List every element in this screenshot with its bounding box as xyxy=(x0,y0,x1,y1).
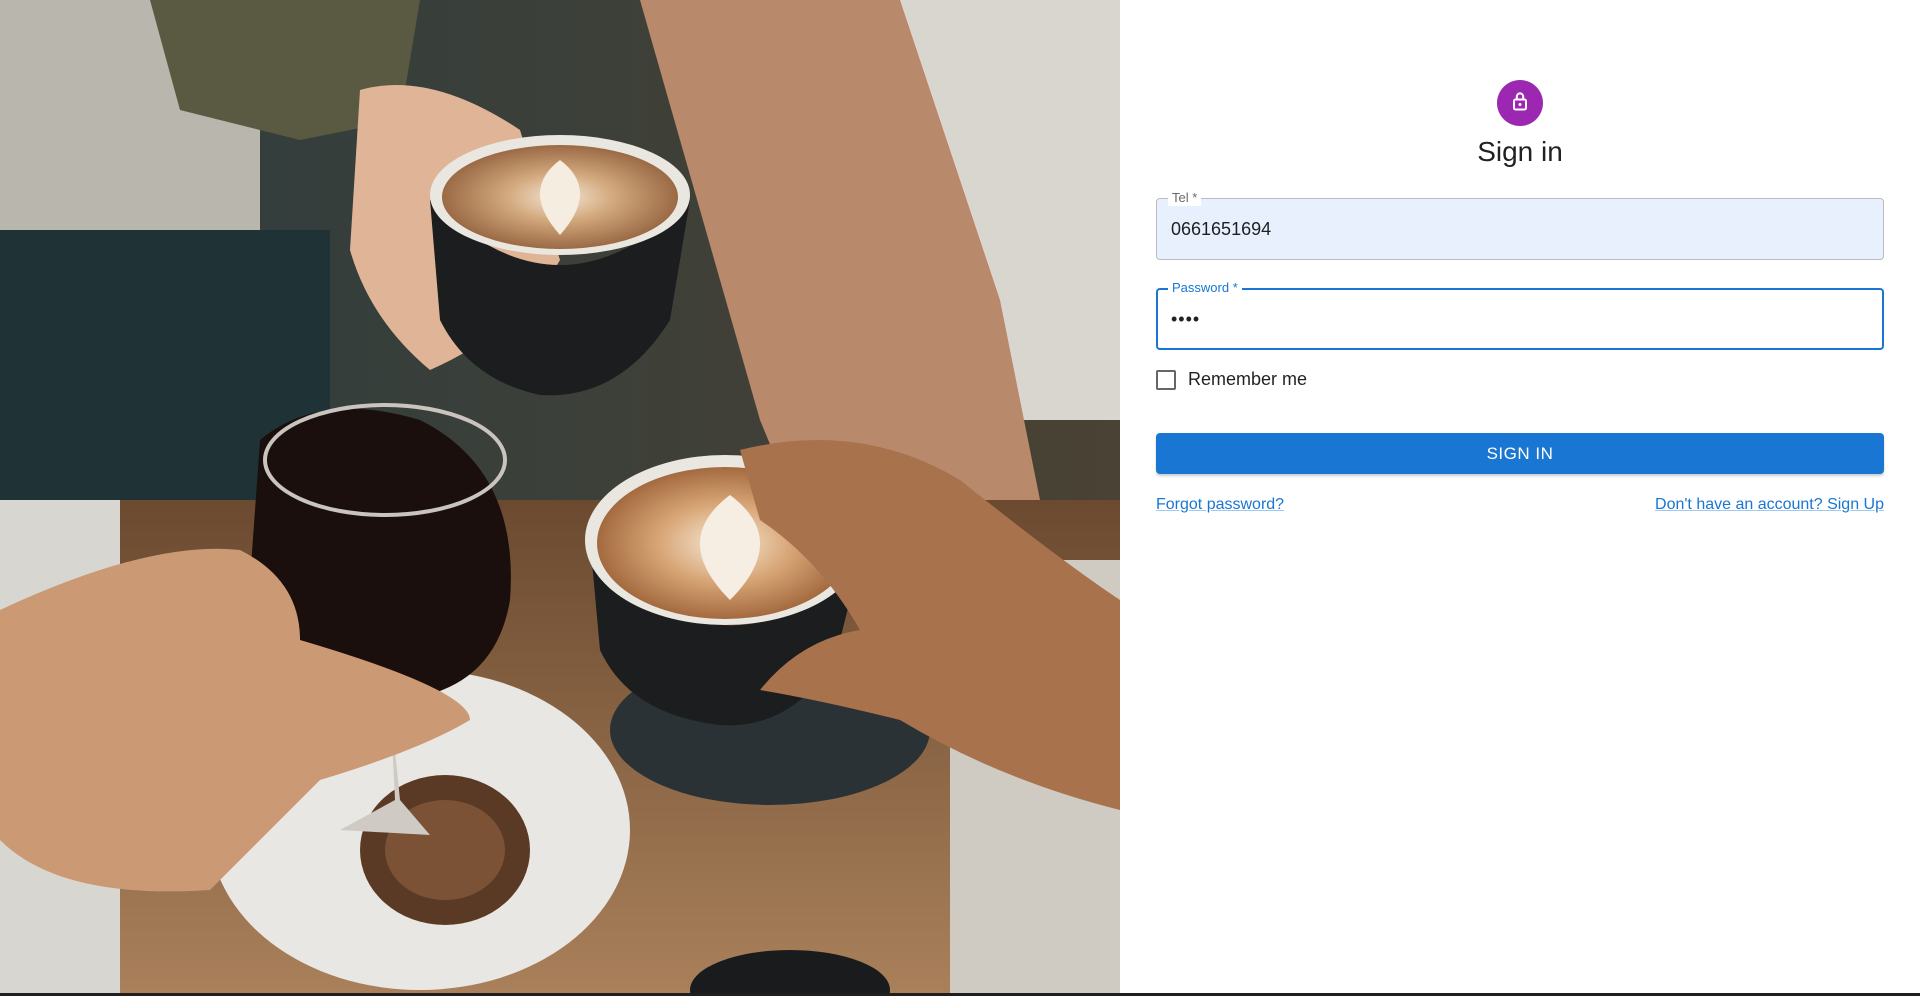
page-title: Sign in xyxy=(1477,136,1563,167)
remember-label: Remember me xyxy=(1188,369,1308,389)
tel-input[interactable] xyxy=(1171,199,1861,259)
remember-me[interactable]: Remember me xyxy=(1156,369,1307,390)
signin-page: Sign in Tel * Password * Remember me SIG… xyxy=(0,0,1920,996)
password-field[interactable]: Password * xyxy=(1156,280,1884,350)
tel-field[interactable]: Tel * xyxy=(1156,190,1884,260)
coffee-cheers-illustration xyxy=(0,0,1120,993)
signin-panel: Sign in Tel * Password * Remember me SIG… xyxy=(1120,0,1920,996)
hero-photo xyxy=(0,0,1120,993)
sign-in-button[interactable]: SIGN IN xyxy=(1156,433,1884,474)
forgot-password-link[interactable]: Forgot password? xyxy=(1156,496,1284,514)
lock-icon xyxy=(1508,89,1532,118)
lock-avatar xyxy=(1497,80,1543,126)
password-input[interactable] xyxy=(1171,290,1861,348)
sign-up-link[interactable]: Don't have an account? Sign Up xyxy=(1655,496,1884,514)
remember-checkbox[interactable] xyxy=(1156,369,1176,390)
